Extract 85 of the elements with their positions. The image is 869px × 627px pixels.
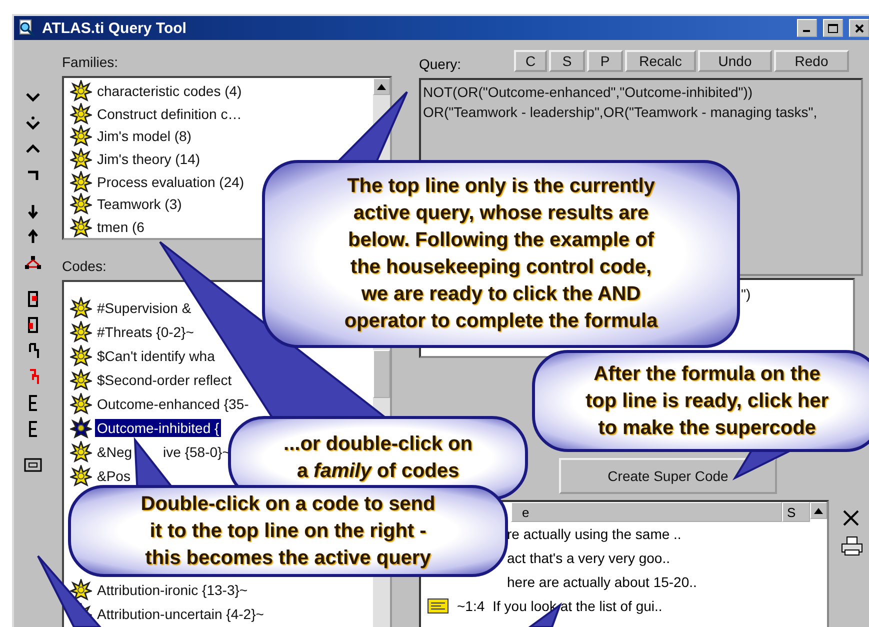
families-label: Families: — [62, 54, 118, 70]
scroll-up-button[interactable] — [810, 502, 827, 519]
column-header[interactable]: e — [511, 502, 782, 522]
code-icon — [70, 125, 92, 148]
callout-text: Double-click on a code to send — [140, 492, 436, 516]
codes-label: Codes: — [62, 258, 106, 274]
printer-icon[interactable] — [841, 536, 863, 556]
scroll-up-icon — [814, 508, 823, 514]
code-icon — [70, 417, 92, 439]
quotation-text[interactable]: re actually using the same .. — [507, 526, 682, 542]
callout-text: this becomes the active query — [145, 546, 431, 570]
callout-text: it to the top line on the right - — [150, 518, 426, 544]
magnifier-icon — [18, 19, 36, 37]
query-button[interactable]: Undo — [698, 50, 772, 72]
code-item[interactable]: $Second-order reflect — [95, 371, 234, 389]
query-line: NOT(OR("Outcome-enhanced","Outcome-inhibited")) — [423, 83, 754, 102]
query-label: Query: — [419, 56, 462, 72]
maximize-icon — [828, 24, 838, 32]
code-icon — [70, 193, 92, 216]
callout-text: below. Following the example of — [348, 228, 654, 253]
query-button[interactable]: P — [587, 50, 623, 72]
code-icon — [70, 297, 92, 319]
code-icon — [70, 80, 92, 102]
code-icon — [70, 148, 92, 170]
close-icon — [854, 24, 864, 32]
callout-text: After the formula on the — [594, 362, 820, 386]
code-item[interactable]: Attribution-ironic {13-3}~ — [95, 581, 250, 599]
family-item[interactable]: Construct definition c… — [95, 104, 244, 123]
code-icon — [70, 102, 92, 125]
quotation-ref: ~1:4 — [457, 598, 485, 614]
code-item-text[interactable]: ive {58-0}~ — [161, 443, 232, 461]
code-icon — [70, 465, 92, 487]
create-super-code-button[interactable]: Create Super Code — [559, 458, 777, 494]
callout-text: the housekeeping control code, — [350, 255, 652, 280]
family-item[interactable]: Jim's model (8) — [95, 127, 194, 146]
query-button[interactable]: Recalc — [625, 50, 696, 72]
code-item[interactable]: &Neg — [95, 443, 134, 461]
query-button[interactable]: C — [514, 50, 547, 72]
scroll-up-button[interactable] — [373, 78, 390, 95]
code-item[interactable]: Outcome-inhibited { — [95, 419, 222, 437]
window-title: ATLAS.ti Query Tool — [42, 20, 188, 36]
code-icon — [70, 393, 92, 415]
callout-text: operator to complete the formula — [344, 309, 658, 334]
column-header[interactable]: S — [782, 502, 810, 522]
query-button[interactable]: S — [549, 50, 585, 72]
callout-text: active query, whose results are — [353, 201, 649, 226]
minimize-button[interactable] — [797, 19, 817, 37]
quotation-text[interactable]: act that's a very very goo.. — [507, 550, 670, 566]
scroll-thumb[interactable] — [373, 350, 390, 398]
quotation-icon — [427, 598, 449, 614]
code-item[interactable]: $Can't identify wha — [95, 347, 217, 365]
query-button[interactable]: Redo — [774, 50, 849, 72]
close-icon[interactable] — [841, 508, 861, 528]
code-icon — [70, 170, 92, 193]
close-button[interactable] — [849, 19, 869, 37]
code-item[interactable]: #Threats {0-2}~ — [95, 323, 196, 341]
callout-text: to make the supercode — [598, 416, 816, 440]
code-icon — [70, 321, 92, 343]
network-icon[interactable] — [24, 254, 42, 272]
code-icon — [70, 441, 92, 463]
chevron-down-dot-icon[interactable] — [24, 114, 42, 132]
callout-text: The top line only is the currently — [347, 174, 655, 199]
code-item[interactable]: Outcome-enhanced {35- — [95, 395, 251, 413]
callout-text: a family of codes — [296, 459, 460, 484]
quotation-text[interactable]: here are actually about 15-20.. — [507, 574, 697, 590]
callout-text: we are ready to click the AND — [361, 282, 641, 307]
code-item[interactable]: &Pos — [95, 467, 132, 485]
frame-icon[interactable] — [24, 456, 42, 474]
code-item[interactable]: Attribution-uncertain {4-2}~ — [95, 605, 266, 623]
callout-tail — [526, 602, 562, 627]
family-item[interactable]: characteristic codes (4) — [95, 82, 244, 100]
query-line: OR("Teamwork - leadership",OR("Teamwork - managing tasks", — [423, 103, 818, 122]
family-item[interactable]: tmen (6 — [95, 218, 146, 236]
query-line: ") — [741, 286, 751, 302]
code-icon — [70, 345, 92, 367]
callout-text: top line is ready, click her — [585, 388, 829, 414]
callout-text: ...or double-click on — [284, 432, 472, 457]
family-item[interactable]: Jim's theory (14) — [95, 150, 202, 168]
quotation-text[interactable]: If you look at the list of gui.. — [492, 598, 662, 614]
maximize-button[interactable] — [823, 19, 843, 37]
family-item[interactable]: Process evaluation (24) — [95, 172, 246, 191]
code-icon — [70, 369, 92, 391]
code-item[interactable]: #Supervision & — [95, 299, 194, 317]
family-item[interactable]: Teamwork (3) — [95, 195, 184, 214]
code-icon — [70, 216, 92, 238]
